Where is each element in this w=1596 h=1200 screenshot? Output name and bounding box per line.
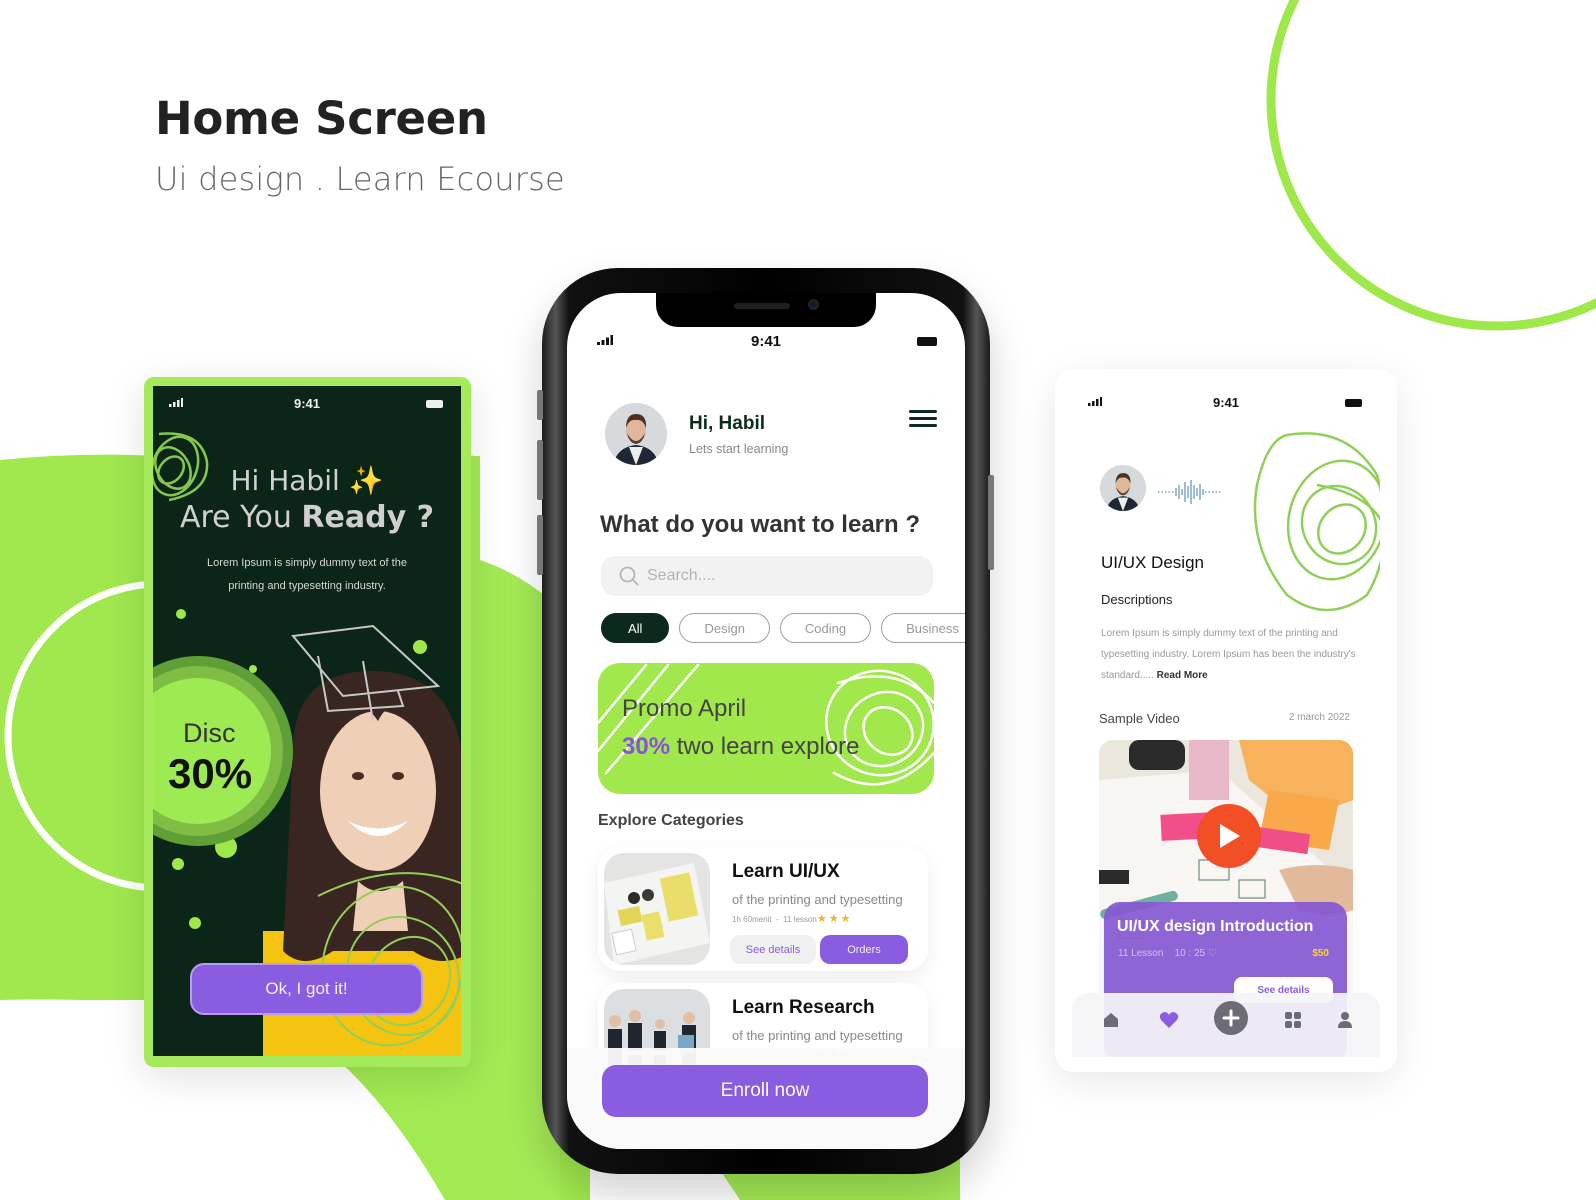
- course-subtitle: of the printing and typesetting: [732, 892, 903, 907]
- nav-profile[interactable]: [1332, 1007, 1358, 1033]
- user-photo: [605, 403, 667, 465]
- status-bar: 9:41: [1072, 395, 1380, 413]
- course-description: Lorem Ipsum is simply dummy text of the …: [1101, 628, 1356, 681]
- side-button: [537, 390, 543, 420]
- page-title: Home Screen: [155, 92, 488, 145]
- graduation-cap-icon: [291, 624, 441, 721]
- chip-all[interactable]: All: [601, 613, 670, 643]
- nav-home[interactable]: [1098, 1007, 1124, 1033]
- video-price: $50: [1312, 948, 1329, 959]
- search-input[interactable]: [647, 567, 907, 585]
- notch: [656, 293, 876, 327]
- battery-icon: [917, 337, 937, 346]
- orders-button[interactable]: Orders: [820, 935, 908, 964]
- course-meta: 1h 60menit - 11 lesson★★★: [732, 913, 853, 925]
- play-icon: [1220, 824, 1240, 848]
- enroll-now-button[interactable]: Enroll now: [602, 1065, 928, 1117]
- avatar[interactable]: [605, 403, 667, 465]
- user-greeting: Hi, Habil: [689, 413, 766, 434]
- status-bar: 9:41: [567, 333, 965, 351]
- discount-label: Disc: [183, 718, 236, 748]
- avatar[interactable]: [1100, 465, 1146, 511]
- center-phone-screen: 9:41 Hi, Habil Lets start learning What …: [567, 293, 965, 1149]
- see-details-button[interactable]: See details: [730, 935, 816, 964]
- camera-icon: [808, 299, 819, 310]
- learn-question-heading: What do you want to learn ?: [600, 511, 920, 538]
- page-subtitle: Ui design . Learn Ecourse: [155, 160, 565, 198]
- sample-video-date: 2 march 2022: [1288, 712, 1350, 723]
- grid-icon: [1285, 1012, 1301, 1028]
- course-title: Learn Research: [732, 997, 875, 1018]
- video-title: UI/UX design Introduction: [1117, 918, 1314, 935]
- status-time: 9:41: [750, 333, 782, 350]
- green-ring: [1266, 0, 1596, 331]
- explore-categories-heading: Explore Categories: [598, 812, 744, 829]
- promo-banner[interactable]: Promo April 30% two learn explore: [598, 663, 934, 794]
- category-chips: All Design Coding Business: [601, 613, 965, 643]
- right-phone-screen: 9:41 UI/UX Design Descriptions Lorem Ips…: [1072, 385, 1380, 1057]
- discount-value: 30%: [168, 750, 253, 797]
- play-button[interactable]: [1197, 804, 1261, 868]
- rating-stars-icon: ★★★: [816, 913, 853, 925]
- power-button: [988, 475, 994, 570]
- status-time: 9:41: [1212, 395, 1240, 410]
- chip-coding[interactable]: Coding: [779, 613, 872, 643]
- search-icon: [619, 566, 639, 586]
- audio-waveform-icon: [1158, 480, 1222, 504]
- course-thumbnail: [604, 853, 710, 965]
- scribble-decoration: [1253, 432, 1380, 612]
- sample-video-heading: Sample Video: [1099, 711, 1180, 726]
- course-card[interactable]: Learn UI/UX of the printing and typesett…: [598, 847, 928, 971]
- chip-design[interactable]: Design: [679, 613, 770, 643]
- user-photo: [1100, 465, 1146, 511]
- nav-favorites[interactable]: [1156, 1007, 1182, 1033]
- menu-button[interactable]: [909, 408, 939, 430]
- bottom-navigation: [1072, 993, 1380, 1057]
- speaker: [734, 303, 790, 309]
- heart-icon: [1159, 1012, 1179, 1028]
- heart-outline-icon[interactable]: ♡: [1208, 948, 1217, 959]
- read-more-link[interactable]: Read More: [1157, 670, 1208, 681]
- profile-icon: [1338, 1012, 1352, 1028]
- nav-add[interactable]: [1214, 1001, 1248, 1035]
- nav-categories[interactable]: [1280, 1007, 1306, 1033]
- battery-icon: [1345, 399, 1362, 407]
- home-icon: [1104, 1013, 1118, 1027]
- promo-title: Promo April: [622, 695, 747, 722]
- course-subtitle: of the printing and typesetting: [732, 1028, 903, 1043]
- greeting-subtitle: Lets start learning: [689, 442, 789, 456]
- search-bar[interactable]: [601, 556, 933, 596]
- green-blob-left: [0, 454, 160, 1001]
- volume-down-button: [537, 515, 543, 575]
- video-meta: 11 Lesson 10 : 25 ♡: [1118, 948, 1217, 959]
- volume-up-button: [537, 440, 543, 500]
- ok-got-it-button[interactable]: Ok, I got it!: [190, 963, 423, 1015]
- course-title: UI/UX Design: [1101, 553, 1204, 572]
- plus-icon: [1222, 1009, 1240, 1027]
- descriptions-heading: Descriptions: [1101, 592, 1173, 607]
- left-phone-screen: 9:41 Hi Habil ✨ Are You Ready ? Lorem Ip…: [153, 386, 461, 1056]
- chip-business[interactable]: Business: [881, 613, 965, 643]
- course-title: Learn UI/UX: [732, 861, 840, 882]
- promo-decoration: [598, 663, 934, 786]
- scribble-decoration: [317, 872, 461, 1047]
- promo-text: 30% two learn explore: [622, 733, 860, 760]
